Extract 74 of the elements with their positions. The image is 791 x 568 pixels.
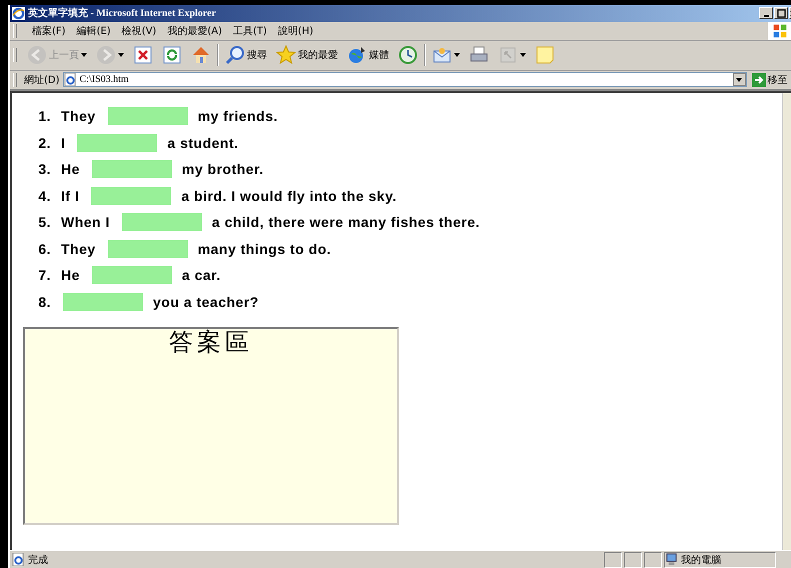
answer-blank[interactable] [92, 160, 172, 178]
answer-blank[interactable] [92, 266, 172, 284]
go-arrow-icon [752, 72, 766, 87]
sentence-end: a child, there were many fishes there. [212, 214, 480, 230]
sentence-end: my friends. [198, 108, 278, 124]
sentence-end: a car. [182, 267, 221, 284]
caret-icon [454, 53, 460, 58]
answer-blank[interactable] [122, 213, 202, 232]
go-button[interactable]: 移至 [750, 72, 790, 87]
sentence-start: He [61, 161, 80, 178]
answer-blank[interactable] [63, 292, 143, 311]
zone-text: 我的電腦 [681, 554, 721, 567]
item-number: 8. [37, 294, 51, 310]
maximize-icon [776, 8, 786, 18]
item-number: 4. [37, 188, 51, 204]
item-number: 7. [37, 267, 51, 284]
status-panel [624, 552, 642, 568]
menu-item[interactable]: 說明(H) [278, 24, 314, 38]
sentence-start: When I [61, 214, 110, 230]
menu-item[interactable]: 檔案(F) [32, 24, 66, 38]
caret-icon [736, 78, 742, 82]
answer-area-title: 答案區 [168, 328, 254, 357]
menu-item[interactable]: 編輯(E) [76, 24, 111, 38]
caret-icon [520, 53, 526, 58]
answer-blank[interactable] [77, 134, 158, 152]
sentence-start: They [61, 108, 96, 124]
home-icon [191, 45, 211, 66]
address-label: 網址(D) [24, 74, 60, 87]
menu-item[interactable]: 我的最愛(A) [167, 24, 222, 38]
status-panel [604, 552, 622, 568]
status-panel [644, 552, 662, 568]
refresh-icon [162, 45, 182, 66]
menu-item[interactable]: 檢視(V) [122, 24, 156, 38]
window-title: 英文單字填充 - Microsoft Internet Explorer [28, 6, 216, 20]
answer-blank[interactable] [108, 107, 188, 126]
sentence-end: many things to do. [198, 240, 332, 257]
search-icon [225, 45, 245, 66]
item-number: 6. [37, 240, 51, 257]
edit-icon [498, 45, 518, 66]
sentence-start: I [61, 134, 66, 151]
sentence-start: They [61, 240, 96, 257]
answer-blank[interactable] [108, 240, 188, 258]
clock-icon [398, 45, 418, 66]
browser-icon [12, 6, 25, 20]
computer-icon [665, 553, 678, 566]
answer-blank[interactable] [91, 186, 172, 205]
item-number: 1. [37, 108, 51, 124]
minimize-icon [764, 14, 768, 17]
caret-icon [118, 53, 124, 58]
item-number: 5. [37, 214, 51, 230]
search-button[interactable]: 搜尋 [222, 44, 270, 66]
maximize-button[interactable] [774, 7, 788, 20]
sentence-end: a bird. I would fly into the sky. [181, 188, 397, 204]
dropdown-button[interactable] [732, 73, 746, 86]
address-field[interactable]: C:\IS03.htm [62, 72, 747, 88]
item-number: 3. [37, 161, 51, 178]
media-button[interactable]: 媒體 [344, 44, 392, 66]
star-icon [276, 45, 296, 66]
favorites-button[interactable]: 我的最愛 [273, 44, 341, 66]
page-icon [64, 73, 77, 86]
item-number: 2. [37, 134, 51, 151]
sentence-end: a student. [167, 134, 239, 151]
status-text: 完成 [28, 554, 48, 567]
menu-item[interactable]: 工具(T) [233, 24, 267, 38]
minimize-button[interactable] [759, 7, 773, 20]
sentence-end: you a teacher? [153, 294, 259, 310]
sentence-start: If I [61, 188, 80, 204]
sentence-start: He [61, 267, 80, 284]
sentence-end: my brother. [182, 161, 264, 178]
envelope-icon [432, 45, 452, 66]
caret-icon [81, 53, 87, 58]
stop-icon [133, 45, 153, 66]
globe-icon [347, 45, 367, 66]
note-icon [535, 45, 555, 66]
